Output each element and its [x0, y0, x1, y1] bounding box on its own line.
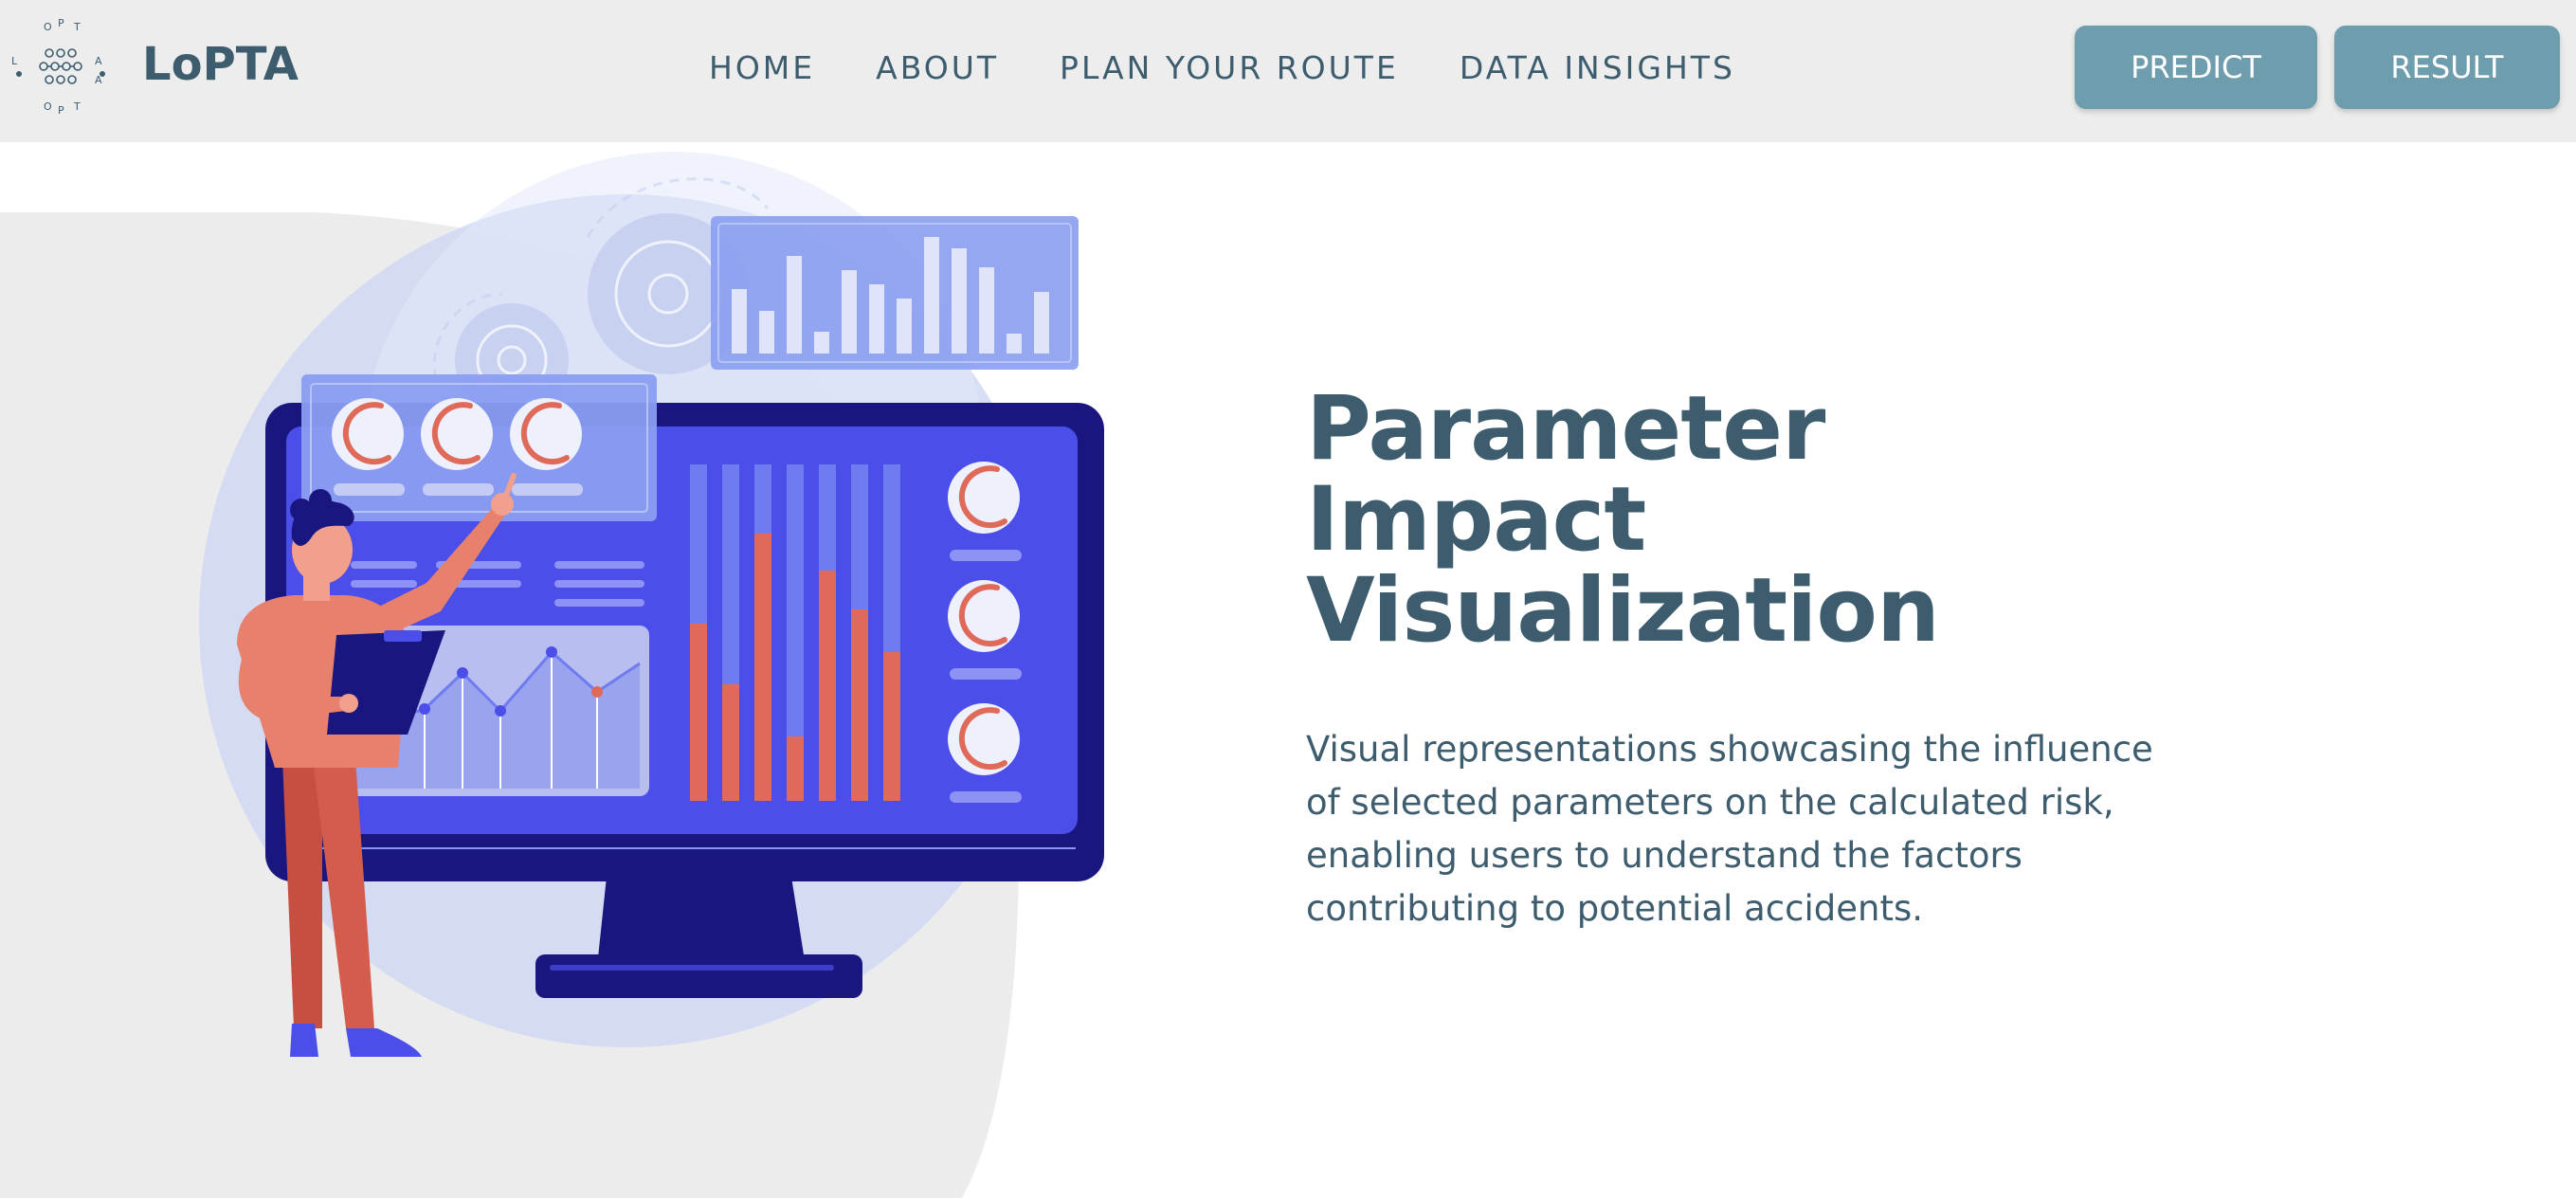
- logo-letter: P: [58, 17, 64, 29]
- logo-letter: T: [73, 21, 81, 33]
- page-title: Parameter Impact Visualization: [1306, 377, 1940, 663]
- floating-bar-panel: [711, 216, 1079, 370]
- logo-letter: A: [95, 55, 102, 67]
- gauge-column: [948, 462, 1022, 803]
- navbar: O P T L A O P T A LoPTA HOME ABOUT PLAN: [0, 0, 2576, 142]
- hero-content: Parameter Impact Visualization Visual re…: [1306, 384, 2159, 935]
- result-button[interactable]: RESULT: [2334, 26, 2560, 109]
- main-nav: HOME ABOUT PLAN YOUR ROUTE DATA INSIGHTS: [709, 49, 1796, 86]
- nav-plan-your-route[interactable]: PLAN YOUR ROUTE: [1060, 49, 1399, 86]
- nav-data-insights[interactable]: DATA INSIGHTS: [1460, 49, 1735, 86]
- logo-letter: T: [73, 100, 81, 113]
- floating-gauge-panel: [301, 374, 657, 521]
- brand-name[interactable]: LoPTA: [142, 38, 299, 91]
- hero-description: Visual representations showcasing the in…: [1306, 729, 2153, 929]
- logo-letter: L: [11, 55, 18, 67]
- predict-button[interactable]: PREDICT: [2075, 26, 2317, 109]
- logo-letter: O: [44, 100, 52, 113]
- nav-home[interactable]: HOME: [709, 49, 815, 86]
- dashboard-illustration: [180, 152, 1137, 1062]
- logo-letter: O: [44, 21, 52, 33]
- logo-letter: P: [58, 104, 64, 117]
- lopta-logo-icon[interactable]: O P T L A O P T A: [8, 15, 112, 119]
- nav-about[interactable]: ABOUT: [876, 49, 999, 86]
